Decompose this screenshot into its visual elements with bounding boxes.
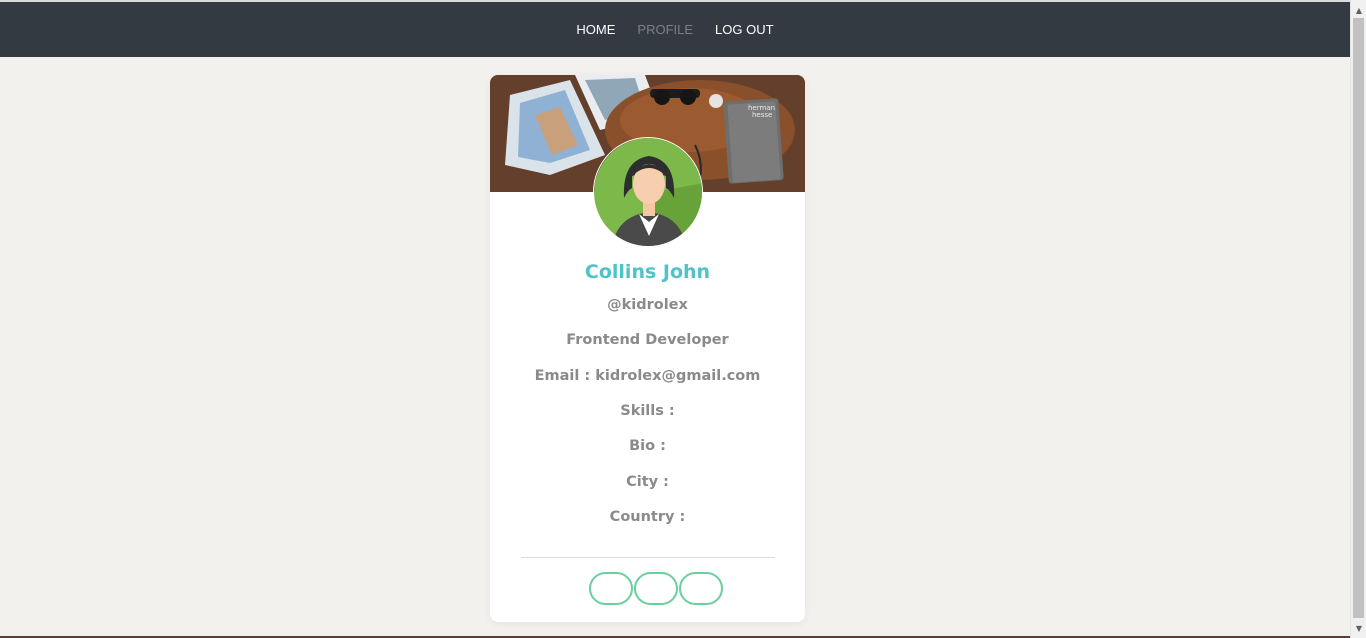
scroll-down-arrow-icon[interactable]: ▼: [1351, 620, 1366, 636]
navbar: HOME PROFILE LOG OUT: [0, 2, 1350, 57]
scroll-up-arrow-icon[interactable]: ▲: [1351, 2, 1366, 18]
profile-email: Email : kidrolex@gmail.com: [534, 368, 761, 384]
nav-logout-link[interactable]: LOG OUT: [715, 22, 774, 37]
social-button-3[interactable]: [679, 572, 723, 605]
profile-bio: Bio :: [629, 438, 666, 454]
avatar: [593, 137, 703, 247]
vertical-scrollbar[interactable]: ▲ ▼: [1350, 0, 1366, 638]
profile-name: Collins John: [584, 261, 711, 283]
social-button-1[interactable]: [589, 572, 633, 605]
social-button-2[interactable]: [634, 572, 678, 605]
profile-skills: Skills :: [620, 403, 675, 419]
card-divider: [521, 557, 775, 558]
profile-role: Frontend Developer: [566, 332, 729, 348]
profile-username: @kidrolex: [607, 297, 688, 313]
scroll-thumb[interactable]: [1353, 18, 1364, 618]
profile-country: Country :: [609, 509, 686, 525]
svg-text:hesse: hesse: [752, 111, 772, 119]
nav-home-link[interactable]: HOME: [576, 22, 615, 37]
profile-city: City :: [626, 474, 669, 490]
profile-card: herman hesse Collins John @kidrolex Fron…: [490, 75, 805, 622]
nav-profile-link[interactable]: PROFILE: [637, 22, 693, 37]
